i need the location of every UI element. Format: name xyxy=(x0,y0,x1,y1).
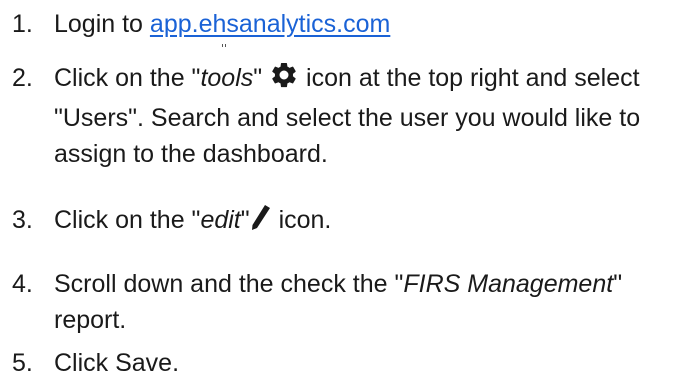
step-number: 2. xyxy=(12,64,33,92)
step-3-quote: " xyxy=(240,206,250,234)
step-text: Click Save. xyxy=(54,349,180,377)
report-name: FIRS Management xyxy=(403,270,614,298)
edit-label: edit xyxy=(200,206,241,234)
dots-mark xyxy=(222,44,226,47)
step-1-text: Login to xyxy=(54,10,150,38)
step-text: Click on the "edit" icon. xyxy=(54,202,664,242)
step-3-text-before: Click on the " xyxy=(54,206,201,234)
step-text: Login to app.ehsanalytics.com xyxy=(54,6,664,42)
step-4-text-before: Scroll down and the check the " xyxy=(54,270,404,298)
step-2-text-before: Click on the " xyxy=(54,64,201,92)
pencil-icon xyxy=(250,204,272,242)
app-link[interactable]: app.ehsanalytics.com xyxy=(150,10,390,38)
step-2-quote: " xyxy=(253,64,270,92)
step-number: 5. xyxy=(12,349,33,377)
gear-icon xyxy=(269,60,299,100)
step-3-text-after: icon. xyxy=(271,206,332,234)
step-text: Scroll down and the check the "FIRS Mana… xyxy=(54,266,664,338)
step-number: 3. xyxy=(12,206,33,234)
step-number: 1. xyxy=(12,10,33,38)
tools-label: tools xyxy=(200,64,254,92)
step-number: 4. xyxy=(12,270,33,298)
step-text: Click on the "tools" icon at the top rig… xyxy=(54,60,664,172)
